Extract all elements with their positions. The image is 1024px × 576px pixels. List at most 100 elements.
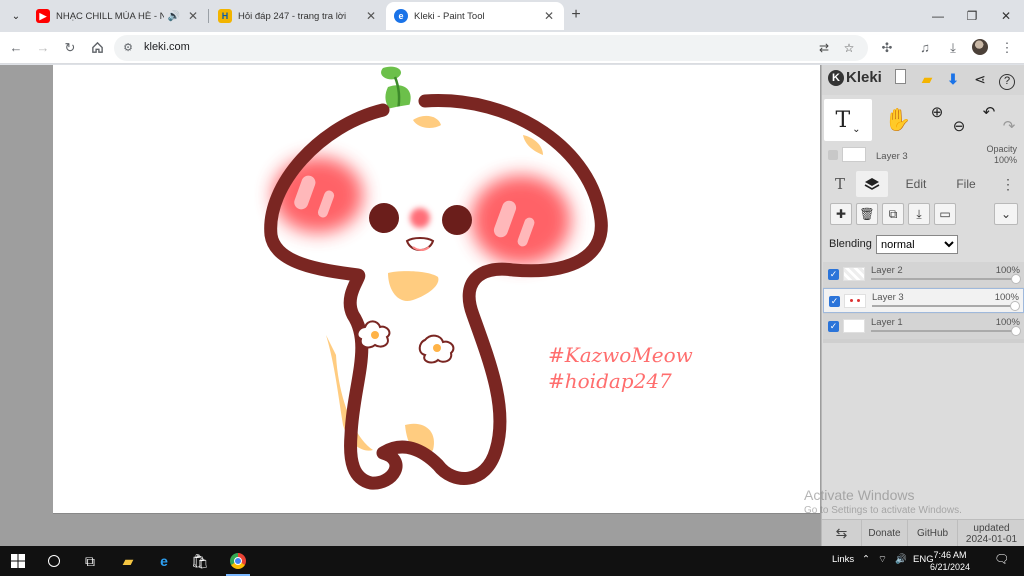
rename-layer-button[interactable]: ▭: [934, 203, 956, 225]
speaker-icon[interactable]: 🔊: [168, 11, 180, 22]
new-tab-button[interactable]: +: [566, 6, 586, 26]
volume-icon[interactable]: 🔊: [895, 554, 907, 565]
layer-opacity-slider[interactable]: [871, 330, 1017, 332]
page-content: #KazwoMeow #hoidap247 K Kleki ▰ ⬇ ⋖ ? T ⌄ …: [0, 65, 1024, 547]
share-button[interactable]: ⋖: [970, 69, 990, 89]
delete-layer-button[interactable]: 🗑: [856, 203, 878, 225]
puzzle-icon: ✣: [881, 40, 893, 55]
downloads-button[interactable]: ⤓: [942, 37, 964, 59]
slider-knob[interactable]: [1011, 274, 1021, 284]
opacity-value: 100%: [993, 155, 1017, 165]
slider-knob[interactable]: [1011, 326, 1021, 336]
translate-icon[interactable]: ⇄: [816, 40, 832, 56]
menu-button[interactable]: ⋮: [996, 37, 1018, 59]
bookmark-star-icon[interactable]: ☆: [841, 40, 857, 56]
layer-name: Layer 1: [871, 317, 903, 328]
help-button[interactable]: ?: [997, 69, 1017, 90]
layer-opacity-slider[interactable]: [871, 278, 1017, 280]
layer-item[interactable]: ✓ Layer 1 100%: [823, 314, 1024, 339]
hand-tool-button[interactable]: ✋: [878, 99, 918, 141]
merge-layer-button[interactable]: ⤓: [908, 203, 930, 225]
clock[interactable]: 7:46 AM 6/21/2024: [930, 549, 970, 573]
file-explorer-button[interactable]: ▰: [118, 551, 138, 571]
undo-button[interactable]: ↶: [978, 91, 1000, 133]
layer-options-dropdown[interactable]: ⌄: [994, 203, 1018, 225]
tab-search-button[interactable]: ⌄: [6, 6, 26, 26]
kleki-logo[interactable]: K Kleki: [828, 69, 882, 86]
search-button[interactable]: [44, 551, 64, 571]
github-link[interactable]: GitHub: [908, 520, 958, 547]
tab-file[interactable]: File: [944, 171, 988, 197]
new-image-icon: [894, 69, 906, 84]
address-bar[interactable]: ⚙ kleki.com ⇄ ☆: [114, 35, 868, 61]
blending-label: Blending: [829, 238, 872, 250]
site-info-icon[interactable]: ⚙: [120, 40, 136, 56]
swap-arrows-icon: ⇆: [835, 525, 848, 541]
close-tab-icon[interactable]: ✕: [364, 9, 378, 23]
layer-thumbnail: [843, 267, 865, 281]
tab-layers[interactable]: [856, 171, 888, 197]
minimize-button[interactable]: —: [926, 6, 950, 26]
forward-button[interactable]: →: [32, 37, 54, 59]
slider-knob[interactable]: [1010, 301, 1020, 311]
wifi-icon[interactable]: ⌔: [878, 554, 887, 565]
home-icon: [91, 41, 103, 53]
close-tab-icon[interactable]: ✕: [186, 9, 200, 23]
tool-row: T ⌄ ✋ ⊕ ⊖ ↶ ↷: [822, 99, 1024, 141]
notifications-icon[interactable]: 🗨: [994, 552, 1009, 566]
layer-visible-checkbox[interactable]: ✓: [828, 321, 839, 332]
clock-date: 6/21/2024: [930, 562, 971, 572]
kebab-menu-icon: ⋮: [1000, 40, 1014, 55]
show-hidden-icons[interactable]: ⌃: [862, 554, 870, 565]
zoom-in-button[interactable]: ⊕: [926, 91, 948, 133]
arrow-right-icon: →: [36, 40, 50, 55]
open-folder-button[interactable]: ▰: [917, 69, 937, 89]
updated-date: 2024-01-01: [965, 533, 1018, 545]
text-tool-button[interactable]: T ⌄: [824, 99, 872, 141]
tab-tool-settings[interactable]: T: [828, 171, 852, 197]
links-toolbar[interactable]: Links: [832, 554, 854, 565]
layer-visible-checkbox[interactable]: [828, 150, 838, 160]
layer-item[interactable]: ✓ Layer 3 100%: [823, 288, 1024, 313]
new-image-button[interactable]: [890, 69, 910, 89]
home-button[interactable]: [86, 37, 108, 59]
zoom-in-icon: ⊕: [930, 104, 944, 121]
task-view-button[interactable]: ⧉: [80, 551, 100, 571]
layer-visible-checkbox[interactable]: ✓: [829, 296, 840, 307]
tab-title: Hỏi đáp 247 - trang tra lời: [238, 10, 347, 22]
media-control-button[interactable]: ♫: [914, 37, 936, 59]
layer-opacity-slider[interactable]: [872, 305, 1018, 307]
close-window-button[interactable]: ✕: [994, 6, 1018, 26]
profile-avatar[interactable]: [972, 39, 988, 55]
edge-button[interactable]: e: [154, 551, 174, 571]
store-button[interactable]: 🛍: [190, 551, 210, 571]
hashtag-text-1: #KazwoMeow: [548, 343, 693, 367]
folder-icon: ▰: [921, 71, 933, 87]
current-layer-name: Layer 3: [876, 151, 908, 162]
close-tab-icon[interactable]: ✕: [542, 9, 556, 23]
layer-item[interactable]: ✓ Layer 2 100%: [823, 262, 1024, 287]
back-button[interactable]: ←: [5, 37, 27, 59]
start-button[interactable]: [8, 551, 28, 571]
swap-side-button[interactable]: ⇆: [822, 520, 862, 547]
donate-link[interactable]: Donate: [862, 520, 908, 547]
restore-button[interactable]: ❐: [960, 6, 984, 26]
zoom-out-button[interactable]: ⊖: [948, 105, 970, 147]
chrome-button[interactable]: [226, 551, 250, 576]
url-text[interactable]: kleki.com: [144, 41, 190, 53]
tab-youtube[interactable]: ▶ NHẠC CHILL MÙA HÈ - Nấ 🔊 ✕: [28, 2, 208, 30]
redo-button[interactable]: ↷: [998, 105, 1020, 147]
add-layer-button[interactable]: ✚: [830, 203, 852, 225]
save-button[interactable]: ⬇: [943, 69, 963, 89]
blending-select[interactable]: normal: [876, 235, 958, 254]
more-menu-button[interactable]: ⋮: [1000, 171, 1016, 197]
arrow-left-icon: ←: [9, 40, 23, 55]
tab-hoidap[interactable]: H Hỏi đáp 247 - trang tra lời ✕: [210, 2, 386, 30]
extensions-button[interactable]: ✣: [876, 37, 898, 59]
tab-edit[interactable]: Edit: [896, 171, 936, 197]
tab-kleki[interactable]: e Kleki - Paint Tool ✕: [386, 2, 564, 30]
reload-button[interactable]: ↻: [59, 37, 81, 59]
drawing-canvas[interactable]: #KazwoMeow #hoidap247: [53, 65, 820, 513]
duplicate-layer-button[interactable]: ⧉: [882, 203, 904, 225]
layer-visible-checkbox[interactable]: ✓: [828, 269, 839, 280]
